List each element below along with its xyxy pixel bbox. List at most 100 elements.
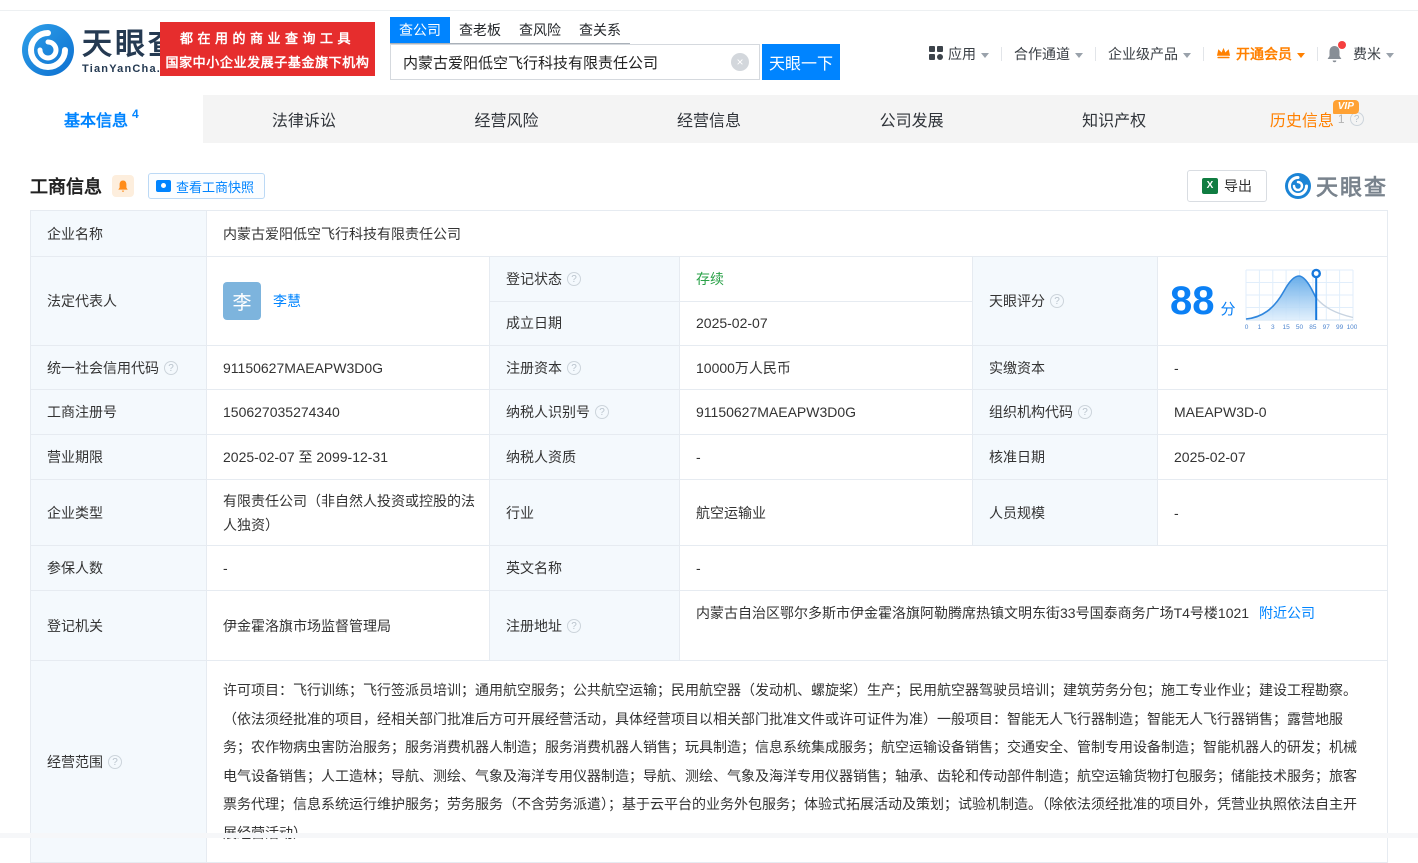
field-label: 组织机构代码? xyxy=(972,390,1157,434)
field-label: 统一社会信用代码? xyxy=(31,346,206,389)
company-name-value: 内蒙古爱阳低空飞行科技有限责任公司 xyxy=(206,211,1387,256)
tab-basic-info[interactable]: 基本信息 4 xyxy=(0,95,203,143)
help-icon[interactable]: ? xyxy=(595,405,609,419)
taxpayer-id-value: 91150627MAEAPW3D0G xyxy=(679,390,972,434)
field-label: 登记状态 ? xyxy=(489,257,679,301)
search-tab-risk[interactable]: 查风险 xyxy=(510,17,570,43)
field-label: 纳税人资质 xyxy=(489,435,679,479)
svg-text:97: 97 xyxy=(1322,324,1330,331)
vip-badge: VIP xyxy=(1333,100,1359,114)
chevron-down-icon xyxy=(1386,53,1394,58)
notification-red-dot xyxy=(1338,41,1346,49)
nav-enterprise-products[interactable]: 企业级产品 xyxy=(1104,44,1195,64)
field-label: 登记机关 xyxy=(31,591,206,660)
status-date-subtable: 登记状态 ? 存续 成立日期 2025-02-07 xyxy=(489,257,972,345)
crown-icon xyxy=(1216,46,1231,62)
chevron-down-icon xyxy=(1297,53,1305,58)
tianyancha-logo-icon xyxy=(22,24,74,81)
notifications-bell-icon[interactable] xyxy=(1326,45,1343,64)
nearby-companies-link[interactable]: 附近公司 xyxy=(1259,605,1315,621)
field-label: 法定代表人 xyxy=(31,257,206,345)
search-tab-boss[interactable]: 查老板 xyxy=(450,17,510,43)
field-label: 成立日期 xyxy=(489,302,679,346)
approval-date-value: 2025-02-07 xyxy=(1157,435,1387,479)
bottom-divider xyxy=(0,833,1418,838)
business-term-value: 2025-02-07 至 2099-12-31 xyxy=(206,435,489,479)
establish-date-value: 2025-02-07 xyxy=(679,302,972,346)
company-type-value: 有限责任公司（非自然人投资或控股的法人独资） xyxy=(206,480,489,545)
help-icon[interactable]: ? xyxy=(567,272,581,286)
field-label: 注册地址? xyxy=(489,591,679,660)
registration-number-value: 150627035274340 xyxy=(206,390,489,434)
nav-cooperation[interactable]: 合作通道 xyxy=(1010,44,1087,64)
view-business-snapshot-button[interactable]: 查看工商快照 xyxy=(148,173,265,199)
chevron-down-icon xyxy=(981,53,989,58)
tianyancha-logo-icon xyxy=(1285,173,1311,199)
score-value: 88 xyxy=(1170,281,1215,321)
help-icon[interactable]: ? xyxy=(164,361,178,375)
svg-text:50: 50 xyxy=(1295,324,1303,331)
camera-icon xyxy=(156,180,171,192)
legal-rep-cell: 李 李慧 xyxy=(206,257,489,345)
tab-company-development[interactable]: 公司发展 xyxy=(810,95,1013,143)
search-tab-company[interactable]: 查公司 xyxy=(390,17,450,43)
page-tab-bar: 基本信息 4 法律诉讼 经营风险 经营信息 公司发展 知识产权 VIP 历史信息… xyxy=(0,95,1418,143)
table-row: 企业名称 内蒙古爱阳低空飞行科技有限责任公司 xyxy=(31,211,1387,256)
help-icon[interactable]: ? xyxy=(567,361,581,375)
field-label: 企业名称 xyxy=(31,211,206,256)
field-label: 注册资本? xyxy=(489,346,679,389)
search-tabs: 查公司 查老板 查风险 查关系 xyxy=(390,17,630,44)
uscc-value: 91150627MAEAPW3D0G xyxy=(206,346,489,389)
table-row: 经营范围? 许可项目：飞行训练；飞行签派员培训；通用航空服务；公共航空运输；民用… xyxy=(31,660,1387,862)
score-marker-pin xyxy=(1312,270,1319,277)
promo-badge: 都在用的商业查询工具 国家中小企业发展子基金旗下机构 xyxy=(160,22,375,76)
insured-count-value: - xyxy=(206,546,489,590)
help-icon[interactable]: ? xyxy=(567,619,581,633)
registration-authority-value: 伊金霍洛旗市场监督管理局 xyxy=(206,591,489,660)
section-toolbar: 工商信息 查看工商快照 X 导出 天眼查 xyxy=(30,170,1388,202)
tab-count: 1 xyxy=(1338,112,1345,126)
tab-legal-litigation[interactable]: 法律诉讼 xyxy=(203,95,406,143)
taxpayer-qualification-value: - xyxy=(679,435,972,479)
field-label: 营业期限 xyxy=(31,435,206,479)
promo-badge-line2: 国家中小企业发展子基金旗下机构 xyxy=(165,52,369,71)
export-button[interactable]: X 导出 xyxy=(1187,170,1267,202)
paid-capital-value: - xyxy=(1157,346,1387,389)
chevron-down-icon xyxy=(1183,53,1191,58)
registered-address-cell: 内蒙古自治区鄂尔多斯市伊金霍洛旗阿勒腾席热镇文明东街33号国泰商务广场T4号楼1… xyxy=(679,591,1387,660)
help-icon[interactable]: ? xyxy=(1350,112,1364,126)
registration-status-value: 存续 xyxy=(679,257,972,301)
field-label: 英文名称 xyxy=(489,546,679,590)
table-row: 工商注册号 150627035274340 纳税人识别号? 91150627MA… xyxy=(31,389,1387,434)
help-icon[interactable]: ? xyxy=(1050,294,1064,308)
tab-history-info[interactable]: VIP 历史信息 1 ? xyxy=(1215,95,1418,143)
nav-apps[interactable]: 应用 xyxy=(925,44,993,64)
org-code-value: MAEAPW3D-0 xyxy=(1157,390,1387,434)
score-distribution-chart: 0 1 3 15 50 85 97 99 100 xyxy=(1242,267,1357,335)
search-button[interactable]: 天眼一下 xyxy=(762,44,840,80)
app-grid-icon xyxy=(929,46,943,63)
clear-search-icon[interactable]: × xyxy=(731,53,749,71)
help-icon[interactable]: ? xyxy=(1078,405,1092,419)
tab-intellectual-property[interactable]: 知识产权 xyxy=(1013,95,1216,143)
search-tab-relation[interactable]: 查关系 xyxy=(570,17,630,43)
staff-size-value: - xyxy=(1157,480,1387,545)
search-input[interactable] xyxy=(391,54,731,71)
nav-user[interactable]: 费米 xyxy=(1349,44,1398,64)
tianyancha-watermark: 天眼查 xyxy=(1285,170,1388,202)
tab-operating-risk[interactable]: 经营风险 xyxy=(405,95,608,143)
help-icon[interactable]: ? xyxy=(108,755,122,769)
section-title: 工商信息 xyxy=(30,173,102,199)
tab-business-info[interactable]: 经营信息 xyxy=(608,95,811,143)
field-label: 经营范围? xyxy=(31,661,206,862)
field-label: 实缴资本 xyxy=(972,346,1157,389)
legal-rep-link[interactable]: 李慧 xyxy=(273,291,301,311)
field-label: 天眼评分 ? xyxy=(972,257,1157,345)
svg-text:85: 85 xyxy=(1309,324,1317,331)
score-unit: 分 xyxy=(1221,298,1236,319)
monitor-bell-icon[interactable] xyxy=(112,175,134,197)
nav-open-vip[interactable]: 开通会员 xyxy=(1212,44,1309,64)
avatar[interactable]: 李 xyxy=(223,282,261,320)
header: 天眼查 TianYanCha.com 都在用的商业查询工具 国家中小企业发展子基… xyxy=(0,0,1418,95)
table-row: 企业类型 有限责任公司（非自然人投资或控股的法人独资） 行业 航空运输业 人员规… xyxy=(31,479,1387,545)
